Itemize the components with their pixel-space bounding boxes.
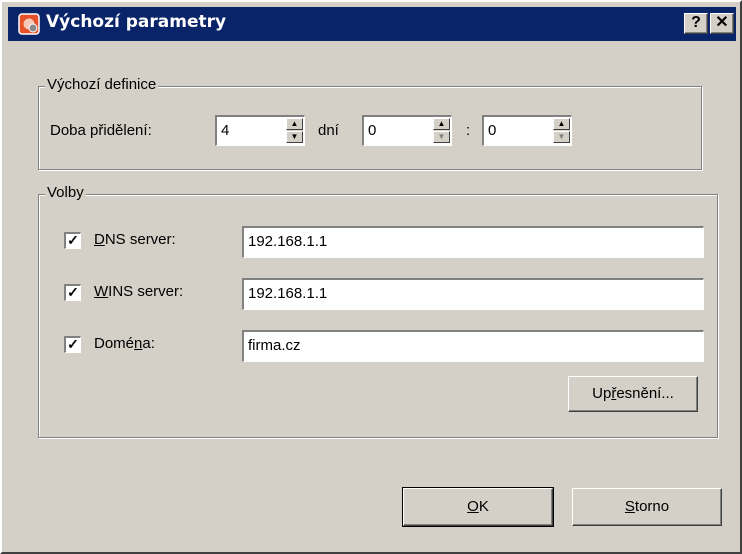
hours-spinner[interactable]: 0 ▲ ▼ bbox=[362, 115, 452, 146]
label-text: a: bbox=[142, 335, 155, 352]
mnemonic: S bbox=[624, 498, 635, 515]
help-button[interactable]: ? bbox=[684, 13, 708, 34]
dialog-window: Výchozí parametry ? ✕ Výchozí definice D… bbox=[0, 0, 742, 554]
time-separator: : bbox=[466, 122, 471, 139]
label-text: NS server: bbox=[104, 231, 176, 248]
wins-server-value[interactable]: 192.168.1.1 bbox=[248, 285, 327, 302]
label-text: INS server: bbox=[108, 283, 184, 300]
hours-value[interactable]: 0 bbox=[368, 122, 376, 139]
label-text: Up bbox=[592, 385, 612, 402]
group-legend: Výchozí definice bbox=[45, 76, 159, 93]
domain-value[interactable]: firma.cz bbox=[248, 337, 301, 354]
mnemonic: O bbox=[467, 498, 479, 515]
mnemonic: D bbox=[94, 231, 105, 248]
days-label: dní bbox=[318, 122, 339, 139]
label-text: torno bbox=[634, 498, 670, 515]
minutes-spinner[interactable]: 0 ▲ ▼ bbox=[482, 115, 572, 146]
title-bar[interactable]: Výchozí parametry ? ✕ bbox=[8, 7, 736, 41]
dns-checkbox[interactable]: ✓ bbox=[64, 232, 81, 249]
spin-up-icon[interactable]: ▲ bbox=[433, 118, 450, 130]
ok-button[interactable]: OK bbox=[402, 487, 554, 527]
label-text: esnění... bbox=[616, 385, 674, 402]
wins-server-field[interactable]: 192.168.1.1 bbox=[242, 278, 704, 310]
domain-label: Doména: bbox=[94, 335, 155, 352]
label-text: K bbox=[478, 498, 489, 515]
close-icon: ✕ bbox=[715, 14, 729, 31]
days-spinner[interactable]: 4 ▲ ▼ bbox=[215, 115, 305, 146]
spin-down-icon[interactable]: ▼ bbox=[433, 131, 450, 143]
spin-buttons: ▲ ▼ bbox=[433, 118, 450, 143]
advanced-button[interactable]: Upřesnění... bbox=[568, 376, 698, 412]
spin-down-icon[interactable]: ▼ bbox=[286, 131, 303, 143]
spin-up-icon[interactable]: ▲ bbox=[553, 118, 570, 130]
spin-buttons: ▲ ▼ bbox=[286, 118, 303, 143]
spin-down-icon[interactable]: ▼ bbox=[553, 131, 570, 143]
dns-label: DNS server: bbox=[94, 231, 176, 248]
close-button[interactable]: ✕ bbox=[710, 13, 734, 34]
lease-duration-label: Doba přidělení: bbox=[50, 122, 152, 139]
group-legend: Volby bbox=[45, 184, 86, 201]
cancel-button[interactable]: Storno bbox=[572, 488, 722, 526]
spin-up-icon[interactable]: ▲ bbox=[286, 118, 303, 130]
label-text: Domé bbox=[94, 335, 135, 352]
domain-checkbox[interactable]: ✓ bbox=[64, 336, 81, 353]
dhcp-app-icon bbox=[18, 13, 40, 35]
days-value[interactable]: 4 bbox=[221, 122, 229, 139]
dns-server-field[interactable]: 192.168.1.1 bbox=[242, 226, 704, 258]
dns-server-value[interactable]: 192.168.1.1 bbox=[248, 233, 327, 250]
window-title: Výchozí parametry bbox=[46, 12, 227, 32]
wins-label: WINS server: bbox=[94, 283, 183, 300]
minutes-value[interactable]: 0 bbox=[488, 122, 496, 139]
domain-field[interactable]: firma.cz bbox=[242, 330, 704, 362]
spin-buttons: ▲ ▼ bbox=[553, 118, 570, 143]
mnemonic: W bbox=[94, 283, 109, 300]
wins-checkbox[interactable]: ✓ bbox=[64, 284, 81, 301]
